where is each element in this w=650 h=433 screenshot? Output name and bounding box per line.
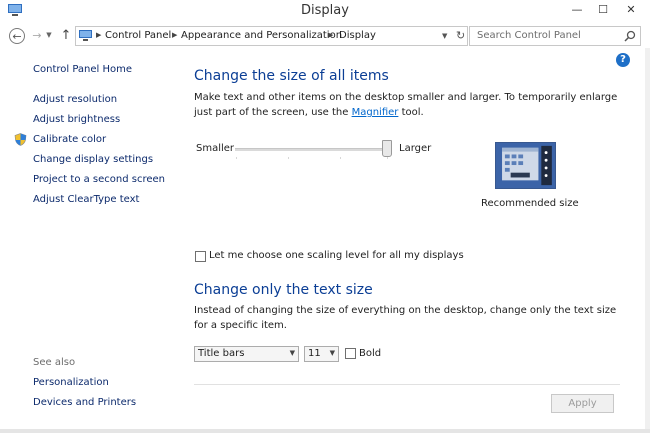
font-size-select[interactable]: 11 ▼ [304, 346, 339, 362]
slider-tick [387, 157, 388, 159]
size-description: Make text and other items on the desktop… [194, 90, 626, 120]
refresh-button[interactable]: ↻ [456, 29, 465, 42]
scaling-level-checkbox[interactable] [195, 251, 206, 262]
forward-button[interactable]: → [29, 28, 45, 44]
navigation-bar: ← → ▼ ↑ ▶ Control Panel ▶ Appearance and… [0, 24, 650, 48]
magnifier-link[interactable]: Magnifier [352, 107, 399, 118]
title-bar: Display — ☐ ✕ [0, 0, 650, 24]
devices-and-printers-link[interactable]: Devices and Printers [33, 397, 136, 408]
size-description-text-end: tool. [398, 107, 424, 118]
project-second-screen-link[interactable]: Project to a second screen [33, 174, 165, 185]
adjust-cleartype-link[interactable]: Adjust ClearType text [33, 194, 139, 205]
recommended-size-caption: Recommended size [481, 198, 579, 209]
recent-locations-button[interactable]: ▼ [44, 28, 54, 44]
bold-label[interactable]: Bold [359, 348, 381, 359]
adjust-resolution-link[interactable]: Adjust resolution [33, 94, 117, 105]
personalization-link[interactable]: Personalization [33, 377, 109, 388]
scaling-level-label[interactable]: Let me choose one scaling level for all … [209, 250, 464, 261]
change-display-settings-link[interactable]: Change display settings [33, 154, 153, 165]
minimize-button[interactable]: — [566, 2, 588, 18]
search-input[interactable]: Search Control Panel [469, 26, 641, 46]
up-button[interactable]: ↑ [58, 28, 74, 44]
heading-change-size: Change the size of all items [194, 68, 389, 84]
heading-change-text-size: Change only the text size [194, 282, 373, 298]
font-size-value: 11 [308, 348, 321, 359]
breadcrumb-separator-icon[interactable]: ▶ [172, 31, 177, 39]
search-placeholder: Search Control Panel [477, 30, 581, 41]
slider-larger-label: Larger [399, 143, 432, 154]
breadcrumb-display[interactable]: Display [339, 30, 376, 41]
slider-tick [288, 157, 289, 159]
divider [194, 384, 620, 385]
help-icon[interactable]: ? [616, 53, 630, 67]
size-slider-thumb[interactable] [382, 140, 392, 157]
window-title: Display [301, 3, 349, 18]
apply-button[interactable]: Apply [551, 394, 614, 413]
size-preview-image [495, 142, 556, 189]
size-slider-track[interactable] [235, 148, 392, 151]
breadcrumb-separator-icon[interactable]: ▶ [96, 31, 101, 39]
bold-checkbox[interactable] [345, 348, 356, 359]
window-bottom-edge [0, 429, 650, 433]
maximize-button[interactable]: ☐ [592, 2, 614, 18]
control-panel-home-link[interactable]: Control Panel Home [33, 64, 132, 75]
breadcrumb-appearance[interactable]: Appearance and Personalization [181, 30, 342, 41]
item-select[interactable]: Title bars ▼ [194, 346, 299, 362]
slider-smaller-label: Smaller [196, 143, 235, 154]
search-icon[interactable] [624, 30, 636, 42]
address-dropdown-button[interactable]: ▼ [442, 32, 447, 40]
breadcrumb-separator-icon[interactable]: ▶ [328, 31, 333, 39]
see-also-heading: See also [33, 357, 76, 368]
item-select-value: Title bars [198, 348, 245, 359]
control-panel-icon [79, 30, 92, 41]
slider-tick [236, 157, 237, 159]
calibrate-color-link[interactable]: Calibrate color [33, 134, 106, 145]
chevron-down-icon: ▼ [289, 349, 295, 357]
back-button[interactable]: ← [9, 28, 25, 44]
slider-tick [340, 157, 341, 159]
address-bar[interactable]: ▶ Control Panel ▶ Appearance and Persona… [75, 26, 468, 46]
breadcrumb-control-panel[interactable]: Control Panel [105, 30, 171, 41]
window-right-edge [645, 48, 650, 433]
text-size-description: Instead of changing the size of everythi… [194, 305, 617, 331]
close-button[interactable]: ✕ [617, 2, 645, 18]
adjust-brightness-link[interactable]: Adjust brightness [33, 114, 120, 125]
shield-icon [14, 133, 27, 146]
chevron-down-icon: ▼ [329, 349, 335, 357]
